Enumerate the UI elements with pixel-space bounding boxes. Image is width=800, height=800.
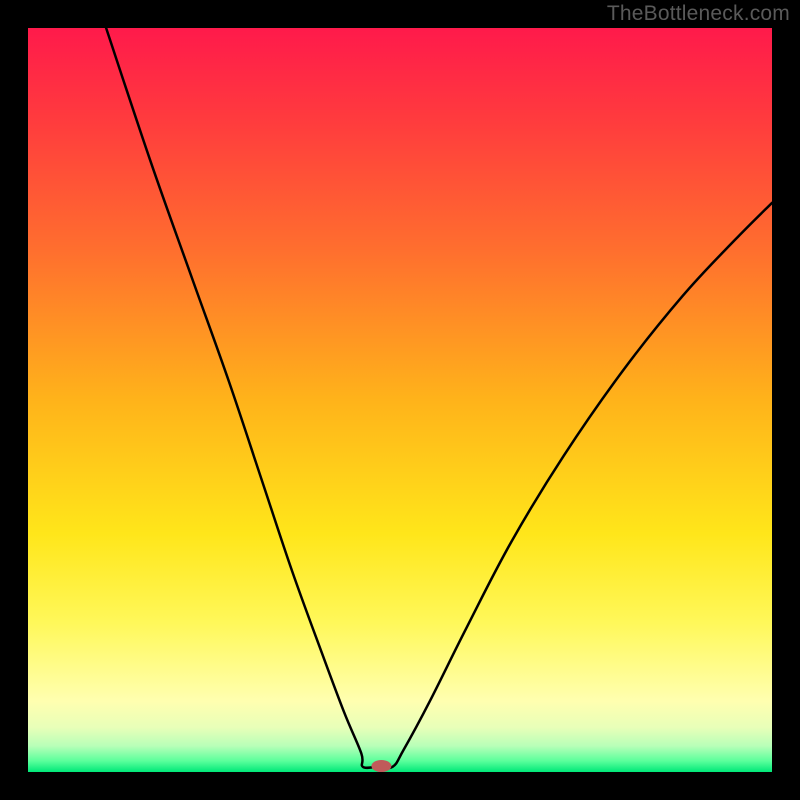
plot-background bbox=[28, 28, 772, 772]
bottleneck-chart bbox=[0, 0, 800, 800]
chart-frame: { "watermark": "TheBottleneck.com", "cha… bbox=[0, 0, 800, 800]
minimum-marker bbox=[371, 760, 391, 772]
